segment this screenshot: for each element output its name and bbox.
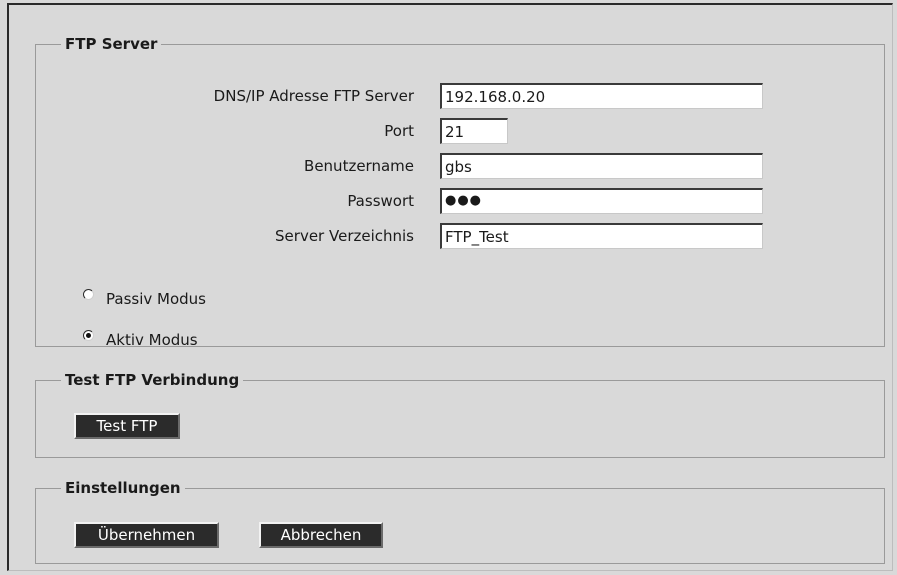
test-ftp-button[interactable]: Test FTP: [74, 413, 180, 439]
passive-mode-radio[interactable]: [83, 289, 94, 300]
directory-input[interactable]: FTP_Test: [440, 223, 763, 249]
port-label: Port: [384, 122, 414, 140]
dns-label: DNS/IP Adresse FTP Server: [213, 87, 414, 105]
test-connection-legend: Test FTP Verbindung: [65, 371, 240, 389]
cancel-button[interactable]: Abbrechen: [259, 522, 383, 548]
directory-row: Server Verzeichnis FTP_Test: [36, 223, 884, 249]
ftp-server-legend: FTP Server: [65, 35, 158, 53]
dns-input[interactable]: 192.168.0.20: [440, 83, 763, 109]
apply-button[interactable]: Übernehmen: [74, 522, 219, 548]
password-row: Passwort ●●●: [36, 188, 884, 214]
active-mode-radio[interactable]: [83, 330, 94, 341]
settings-section: Einstellungen Übernehmen Abbrechen: [35, 479, 885, 564]
settings-legend: Einstellungen: [65, 479, 181, 497]
passive-mode-label: Passiv Modus: [106, 290, 206, 308]
username-label: Benutzername: [304, 157, 414, 175]
ftp-server-section: FTP Server DNS/IP Adresse FTP Server 192…: [35, 35, 885, 349]
port-input[interactable]: 21: [440, 118, 508, 144]
password-label: Passwort: [347, 192, 414, 210]
page-frame: FTP Server DNS/IP Adresse FTP Server 192…: [7, 3, 893, 571]
password-input[interactable]: ●●●: [440, 188, 763, 214]
active-mode-label: Aktiv Modus: [106, 331, 198, 349]
port-row: Port 21: [36, 118, 884, 144]
username-row: Benutzername gbs: [36, 153, 884, 179]
test-connection-section: Test FTP Verbindung Test FTP: [35, 371, 885, 458]
dns-row: DNS/IP Adresse FTP Server 192.168.0.20: [36, 83, 884, 109]
username-input[interactable]: gbs: [440, 153, 763, 179]
directory-label: Server Verzeichnis: [275, 227, 414, 245]
